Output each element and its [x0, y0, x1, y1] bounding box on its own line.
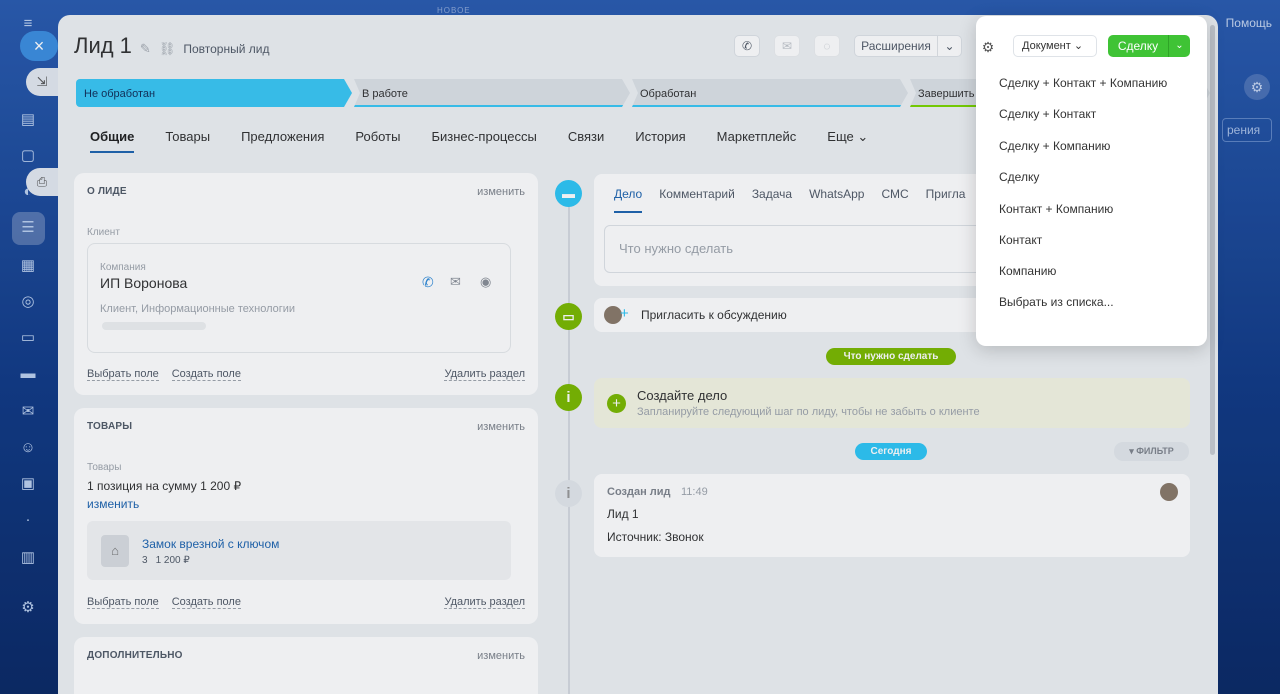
convert-deal-label: Сделку — [1117, 39, 1159, 53]
convert-menu: Сделку + Контакт + Компанию Сделку + Кон… — [984, 62, 1193, 328]
document-label: Документ — [1022, 40, 1071, 52]
menu-item-deal-contact[interactable]: Сделку + Контакт — [999, 107, 1096, 121]
chevron-down-icon: ⌄ — [1073, 40, 1084, 52]
menu-item-company[interactable]: Компанию — [999, 264, 1056, 278]
chevron-down-icon[interactable]: ⌄ — [1168, 35, 1190, 57]
convert-popup: ⚙ Документ ⌄ Сделку ⌄ Сделку + Контакт +… — [976, 16, 1207, 346]
gear-icon[interactable]: ⚙ — [978, 37, 998, 57]
menu-item-deal-contact-company[interactable]: Сделку + Контакт + Компанию — [999, 76, 1167, 90]
menu-item-deal[interactable]: Сделку — [999, 170, 1039, 184]
document-button[interactable]: Документ ⌄ — [1013, 35, 1097, 57]
menu-item-contact-company[interactable]: Контакт + Компанию — [999, 202, 1113, 216]
menu-item-deal-company[interactable]: Сделку + Компанию — [999, 139, 1110, 153]
menu-item-contact[interactable]: Контакт — [999, 233, 1042, 247]
convert-deal-button[interactable]: Сделку ⌄ — [1108, 35, 1190, 57]
menu-item-select-from-list[interactable]: Выбрать из списка... — [999, 295, 1114, 309]
